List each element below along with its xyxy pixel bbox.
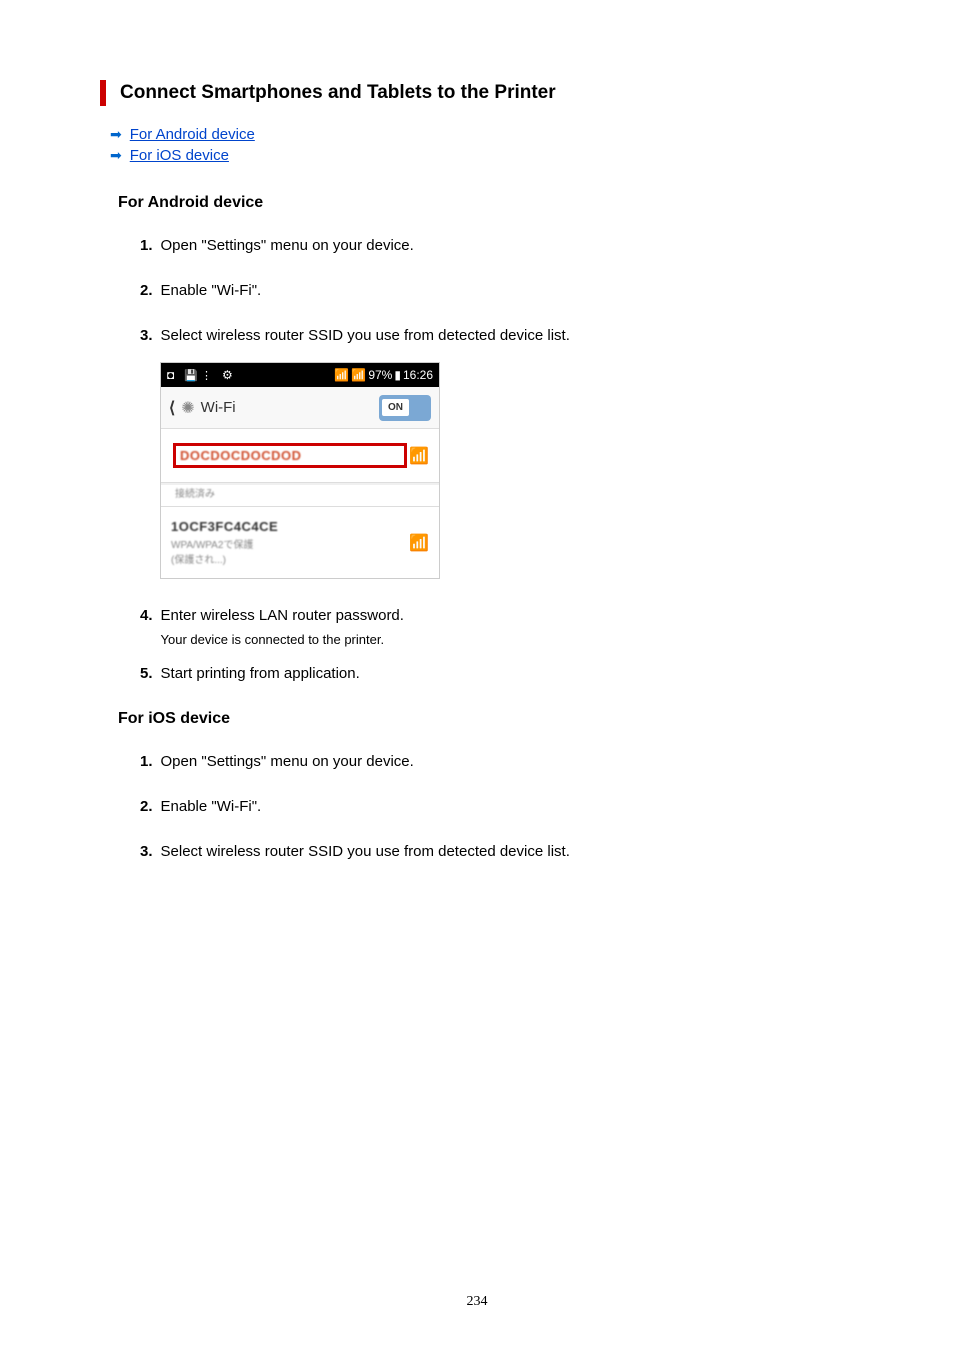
status-time: 16:26 — [403, 368, 433, 382]
ssid-name-obscured: DOCDOCDOCDOD — [180, 448, 400, 463]
status-left-icons: ◘ 💾 ⋮ ⚙ — [167, 368, 233, 382]
list-item: 1. Open "Settings" menu on your device. — [140, 753, 854, 770]
list-item: 4. Enter wireless LAN router password. Y… — [140, 607, 854, 647]
step-number: 3. — [140, 843, 153, 860]
ssid-sublabel-row: 接続済み — [161, 485, 439, 507]
wifi-title-label: Wi-Fi — [201, 399, 236, 416]
sync-icon: ⚙ — [222, 368, 233, 382]
selected-ssid-highlight: DOCDOCDOCDOD — [173, 443, 407, 468]
wifi-icon: 📶 — [334, 368, 349, 382]
list-item: 5. Start printing from application. — [140, 665, 854, 682]
step-text: Enter wireless LAN router password. — [161, 607, 404, 624]
arrow-right-icon: ➡ — [110, 126, 122, 143]
step-text: Start printing from application. — [161, 665, 360, 682]
link-android-text[interactable]: For Android device — [130, 126, 255, 143]
android-status-bar: ◘ 💾 ⋮ ⚙ 📶 📶 97% ▮ 16:26 — [161, 363, 439, 387]
wifi-network-item: 1OCF3FC4C4CE WPA/WPA2で保護 (保護され...) 📶 — [161, 507, 439, 578]
step-content: Enter wireless LAN router password. Your… — [161, 607, 404, 647]
page-title-wrapper: Connect Smartphones and Tablets to the P… — [100, 80, 854, 106]
step-number: 5. — [140, 665, 153, 682]
wifi-network-info: 1OCF3FC4C4CE WPA/WPA2で保護 (保護され...) — [171, 519, 409, 566]
battery-icon: ▮ — [394, 368, 401, 382]
android-wifi-screenshot: ◘ 💾 ⋮ ⚙ 📶 📶 97% ▮ 16:26 ⟨ ✺ Wi-Fi ON — [160, 362, 440, 579]
android-heading: For Android device — [118, 194, 854, 212]
step-number: 2. — [140, 798, 153, 815]
ios-section: For iOS device 1. Open "Settings" menu o… — [100, 710, 854, 860]
ssid-security-obscured: WPA/WPA2で保護 — [171, 536, 409, 551]
link-item-ios[interactable]: ➡ For iOS device — [110, 147, 854, 164]
page-number: 234 — [0, 1294, 954, 1310]
battery-percent: 97% — [368, 368, 392, 382]
wifi-network-selected: DOCDOCDOCDOD 📶 — [161, 429, 439, 483]
ssid-extra-obscured: (保護され...) — [171, 551, 409, 566]
step-text: Open "Settings" menu on your device. — [161, 753, 414, 770]
arrow-right-icon: ➡ — [110, 147, 122, 164]
step-number: 1. — [140, 753, 153, 770]
ios-step-list: 1. Open "Settings" menu on your device. … — [140, 753, 854, 860]
list-item: 1. Open "Settings" menu on your device. — [140, 237, 854, 254]
step-number: 4. — [140, 607, 153, 647]
ssid-status-obscured: 接続済み — [175, 485, 429, 500]
step-text: Select wireless router SSID you use from… — [161, 327, 570, 344]
wifi-signal-lock-icon: 📶 — [409, 533, 429, 553]
step-text: Select wireless router SSID you use from… — [161, 843, 570, 860]
step-text: Open "Settings" menu on your device. — [161, 237, 414, 254]
notification-icon: ◘ — [167, 368, 174, 382]
toggle-on-label: ON — [382, 399, 409, 416]
step-number: 1. — [140, 237, 153, 254]
list-item: 2. Enable "Wi-Fi". — [140, 798, 854, 815]
list-item: 3. Select wireless router SSID you use f… — [140, 327, 854, 344]
step-text: Enable "Wi-Fi". — [161, 798, 262, 815]
page-title: Connect Smartphones and Tablets to the P… — [120, 82, 556, 104]
step-number: 2. — [140, 282, 153, 299]
sd-card-icon: 💾 ⋮ — [184, 369, 212, 382]
link-ios-text[interactable]: For iOS device — [130, 147, 229, 164]
back-icon: ⟨ — [169, 398, 175, 418]
ios-heading: For iOS device — [118, 710, 854, 728]
android-step-list: 1. Open "Settings" menu on your device. … — [140, 237, 854, 344]
wifi-signal-lock-icon: 📶 — [409, 446, 429, 466]
wifi-settings-header: ⟨ ✺ Wi-Fi ON — [161, 387, 439, 429]
gear-icon: ✺ — [181, 398, 194, 418]
wifi-toggle: ON — [379, 395, 431, 421]
signal-icon: 📶 — [351, 368, 366, 382]
anchor-link-list: ➡ For Android device ➡ For iOS device — [110, 126, 854, 164]
step-sub-text: Your device is connected to the printer. — [161, 632, 404, 647]
step-number: 3. — [140, 327, 153, 344]
android-step-list-cont: 4. Enter wireless LAN router password. Y… — [140, 607, 854, 682]
list-item: 3. Select wireless router SSID you use f… — [140, 843, 854, 860]
android-section: For Android device 1. Open "Settings" me… — [100, 194, 854, 682]
step-text: Enable "Wi-Fi". — [161, 282, 262, 299]
wifi-header-left: ⟨ ✺ Wi-Fi — [169, 398, 236, 418]
ssid-name-obscured: 1OCF3FC4C4CE — [171, 519, 409, 534]
link-item-android[interactable]: ➡ For Android device — [110, 126, 854, 143]
status-right-icons: 📶 📶 97% ▮ 16:26 — [334, 368, 433, 382]
list-item: 2. Enable "Wi-Fi". — [140, 282, 854, 299]
heading-accent-bar — [100, 80, 106, 106]
